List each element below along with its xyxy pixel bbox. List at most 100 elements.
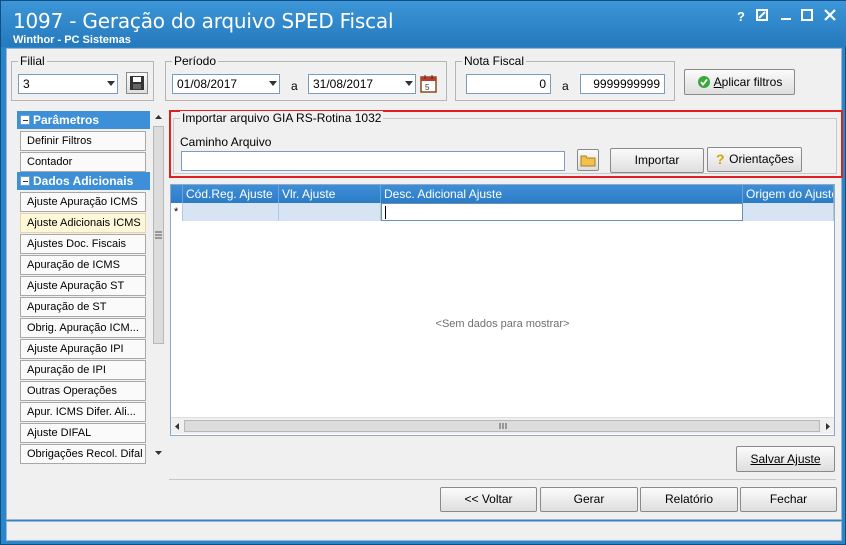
grid-scroll-thumb[interactable] xyxy=(184,420,820,432)
nota-fiscal-end-input[interactable]: 9999999999 xyxy=(580,74,665,94)
client-area: Filial 3 Período 01/08/2017 a 31/08/2017 xyxy=(6,48,843,520)
filial-group: Filial 3 xyxy=(11,54,154,101)
svg-text:?: ? xyxy=(716,152,725,166)
importar-highlight-box: Importar arquivo GIA RS-Rotina 1032 Cami… xyxy=(169,110,843,178)
help-button[interactable]: ? xyxy=(732,9,750,25)
sidebar-group-dados-adicionais[interactable]: Dados Adicionais xyxy=(17,172,150,190)
scroll-down-icon xyxy=(155,451,162,455)
sidebar-item-apur-icms-difer[interactable]: Apur. ICMS Difer. Ali... xyxy=(20,402,146,422)
chevron-down-icon xyxy=(107,81,115,86)
voltar-button[interactable]: << Voltar xyxy=(440,487,537,512)
periodo-sep: a xyxy=(291,79,298,93)
periodo-group: Período 01/08/2017 a 31/08/2017 5 xyxy=(165,54,447,101)
folder-icon xyxy=(580,155,596,167)
nota-fiscal-sep: a xyxy=(562,79,569,93)
col-origem-ajuste[interactable]: Origem do Ajuste xyxy=(743,185,834,203)
new-row-cod-cell[interactable] xyxy=(183,203,279,221)
sidebar-item-ajuste-difal[interactable]: Ajuste DIFAL xyxy=(20,423,146,443)
collapse-icon xyxy=(20,115,30,125)
check-circle-icon xyxy=(697,76,710,88)
sidebar-item-ajuste-apuracao-st[interactable]: Ajuste Apuração ST xyxy=(20,276,146,296)
help-question-icon: ? xyxy=(716,151,725,167)
grip-icon xyxy=(499,423,507,429)
caminho-arquivo-input[interactable] xyxy=(181,151,565,171)
scroll-left-icon xyxy=(175,423,179,430)
aplicar-filtros-button[interactable]: Aplicar filtros xyxy=(684,69,795,95)
filial-value: 3 xyxy=(23,77,30,91)
grid-new-row[interactable]: * xyxy=(171,203,834,221)
close-button[interactable] xyxy=(821,9,839,25)
importar-button[interactable]: Importar xyxy=(610,148,704,173)
sidebar-item-ajuste-adicionais-icms[interactable]: Ajuste Adicionais ICMS xyxy=(20,213,146,233)
salvar-ajuste-button[interactable]: Salvar Ajuste xyxy=(736,446,835,472)
sidebar-group-parametros[interactable]: Parâmetros xyxy=(17,111,150,129)
ajustes-grid: Cód.Reg. Ajuste Vlr. Ajuste Desc. Adicio… xyxy=(170,184,835,436)
grid-row-indicator-header xyxy=(171,185,183,203)
orientacoes-button[interactable]: ? Orientações xyxy=(707,147,802,172)
caminho-arquivo-label: Caminho Arquivo xyxy=(180,135,272,149)
sidebar-item-ajuste-apuracao-icms[interactable]: Ajuste Apuração ICMS xyxy=(20,192,146,212)
nota-fiscal-label: Nota Fiscal xyxy=(462,54,527,68)
sidebar-item-ajustes-doc-fiscais[interactable]: Ajustes Doc. Fiscais xyxy=(20,234,146,254)
relatorio-button[interactable]: Relatório xyxy=(640,487,738,512)
new-row-marker: * xyxy=(171,203,183,221)
title-bar: 1097 - Geração do arquivo SPED Fiscal Wi… xyxy=(1,1,846,47)
periodo-start-select[interactable]: 01/08/2017 xyxy=(172,74,280,94)
collapse-icon xyxy=(20,176,30,186)
sidebar-item-apuracao-icms[interactable]: Apuração de ICMS xyxy=(20,255,146,275)
minimize-icon xyxy=(781,18,791,20)
sidebar-group-label: Dados Adicionais xyxy=(33,174,134,188)
sidebar-scrollbar[interactable] xyxy=(150,110,167,465)
col-vlr-ajuste[interactable]: Vlr. Ajuste xyxy=(279,185,381,203)
sidebar-item-apuracao-ipi[interactable]: Apuração de IPI xyxy=(20,360,146,380)
new-row-desc-cell[interactable] xyxy=(381,203,743,221)
periodo-label: Período xyxy=(172,54,219,68)
periodo-start-value: 01/08/2017 xyxy=(177,77,238,91)
periodo-end-select[interactable]: 31/08/2017 xyxy=(308,74,416,94)
col-cod-reg-ajuste[interactable]: Cód.Reg. Ajuste xyxy=(183,185,279,203)
save-filial-button[interactable] xyxy=(126,72,148,94)
fechar-button[interactable]: Fechar xyxy=(740,487,837,512)
orientacoes-label: Orientações xyxy=(729,152,794,166)
importar-group-label: Importar arquivo GIA RS-Rotina 1032 xyxy=(180,111,384,125)
chevron-down-icon xyxy=(269,81,277,86)
window-subtitle: Winthor - PC Sistemas xyxy=(13,34,131,46)
sidebar-item-ajuste-apuracao-ipi[interactable]: Ajuste Apuração IPI xyxy=(20,339,146,359)
scroll-up-icon xyxy=(155,115,162,119)
sidebar-item-apuracao-st[interactable]: Apuração de ST xyxy=(20,297,146,317)
floppy-disk-icon xyxy=(130,76,144,90)
sidebar-item-contador[interactable]: Contador xyxy=(20,152,146,172)
sidebar-item-outras-operacoes[interactable]: Outras Operações xyxy=(20,381,146,401)
maximize-button[interactable] xyxy=(798,9,816,25)
new-row-origem-cell[interactable] xyxy=(743,203,834,221)
grid-horizontal-scrollbar[interactable] xyxy=(171,417,834,434)
calendar-icon: 5 xyxy=(420,75,437,93)
sidebar-item-obrigacoes-recol-difal[interactable]: Obrigações Recol. Difal xyxy=(20,444,146,464)
grid-header: Cód.Reg. Ajuste Vlr. Ajuste Desc. Adicio… xyxy=(171,185,834,203)
text-cursor xyxy=(385,206,386,219)
svg-text:5: 5 xyxy=(425,83,430,92)
scroll-right-icon xyxy=(826,423,830,430)
new-row-vlr-cell[interactable] xyxy=(279,203,381,221)
sidebar-item-definir-filtros[interactable]: Definir Filtros xyxy=(20,131,146,151)
minimize-button[interactable] xyxy=(777,9,795,25)
sidebar-item-obrig-apuracao-icms[interactable]: Obrig. Apuração ICM... xyxy=(20,318,146,338)
gerar-button[interactable]: Gerar xyxy=(540,487,638,512)
aplicar-filtros-shortcut: A xyxy=(713,75,722,89)
calendar-button[interactable]: 5 xyxy=(420,74,438,94)
grip-icon xyxy=(155,231,162,239)
nota-fiscal-start-input[interactable]: 0 xyxy=(466,74,551,94)
filial-select[interactable]: 3 xyxy=(18,74,118,94)
col-desc-adicional-ajuste[interactable]: Desc. Adicional Ajuste xyxy=(381,185,743,203)
app-window: 1097 - Geração do arquivo SPED Fiscal Wi… xyxy=(0,0,846,545)
sidebar: Parâmetros Definir Filtros Contador Dado… xyxy=(17,110,167,465)
salvar-ajuste-label: Salvar Ajuste xyxy=(750,452,821,466)
nota-fiscal-group: Nota Fiscal 0 a 9999999999 xyxy=(455,54,675,101)
browse-folder-button[interactable] xyxy=(577,149,599,171)
periodo-end-value: 31/08/2017 xyxy=(313,77,374,91)
bottom-divider xyxy=(169,479,836,480)
restore-button[interactable] xyxy=(753,9,771,25)
close-icon xyxy=(824,9,836,21)
status-bar xyxy=(6,521,842,541)
importar-group: Importar arquivo GIA RS-Rotina 1032 Cami… xyxy=(173,111,837,174)
